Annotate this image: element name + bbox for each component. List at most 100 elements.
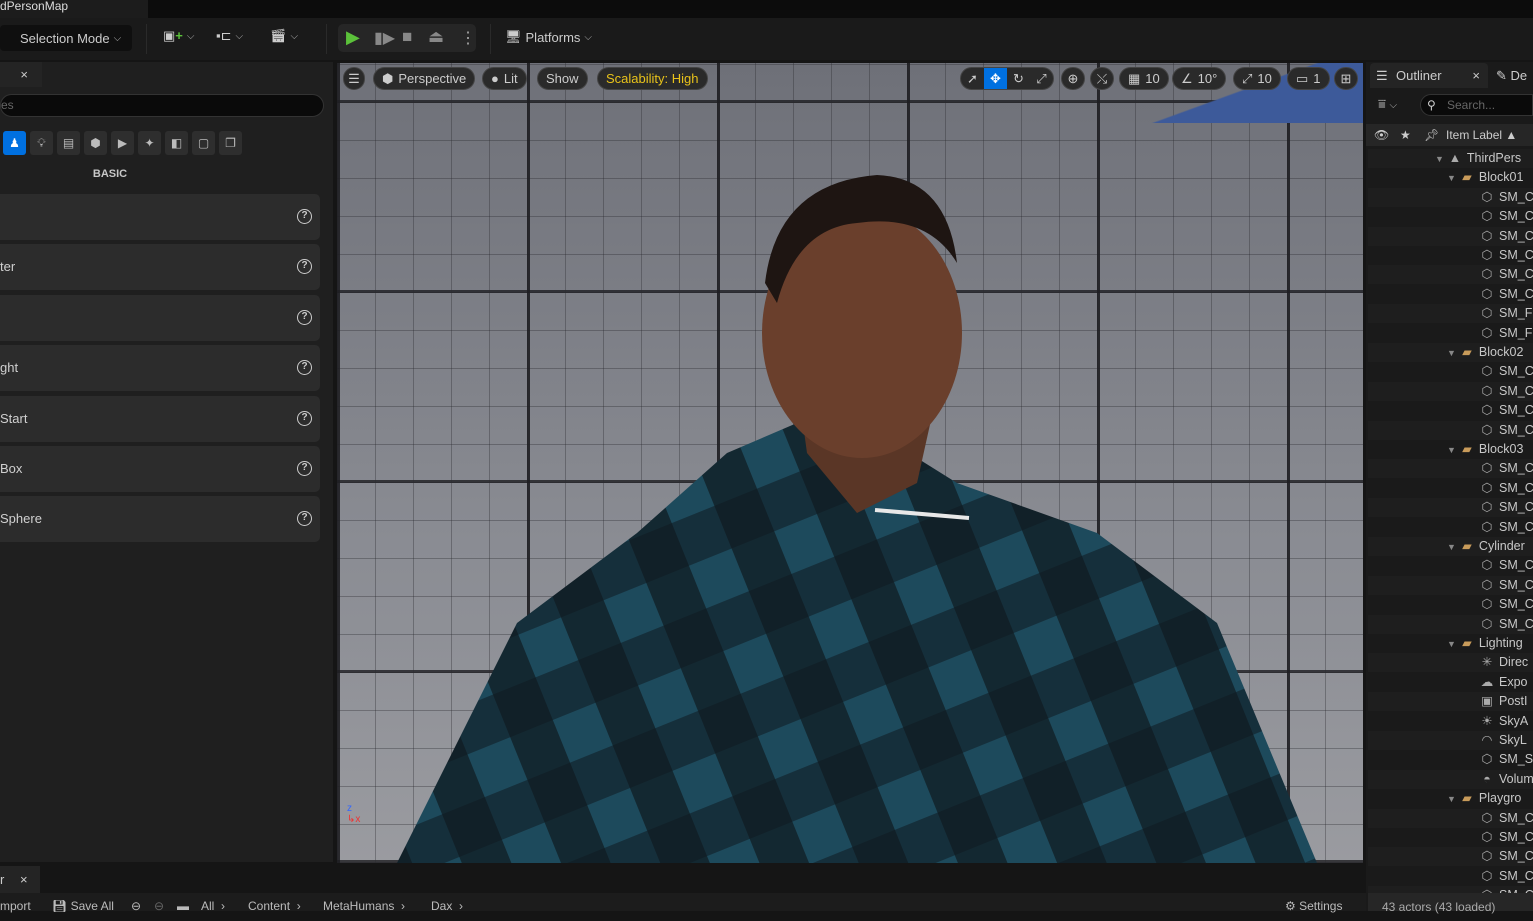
advance-frame-icon[interactable]: ▮▶ — [374, 28, 395, 48]
breadcrumb-all[interactable]: All › — [201, 893, 225, 919]
outliner-row[interactable]: ⬡ SM_C — [1368, 187, 1533, 207]
help-icon[interactable]: ? — [297, 309, 312, 325]
stop-icon[interactable]: ■ — [402, 27, 412, 47]
outliner-row[interactable]: ⬡ SM_C — [1368, 207, 1533, 226]
outliner-row[interactable]: ▣ PostI — [1368, 692, 1533, 712]
category-geometry-icon[interactable]: ◧ — [165, 131, 188, 155]
add-actor-button[interactable]: ▣+ ⌵ — [163, 28, 194, 44]
world-local-toggle[interactable]: ⊕ — [1061, 67, 1085, 90]
outliner-row[interactable]: ▼ ▲ ThirdPers — [1368, 149, 1533, 168]
outliner-row[interactable]: ⬡ SM_C — [1368, 265, 1533, 285]
outliner-row[interactable]: ⬡ SM_C — [1368, 867, 1533, 886]
pin-column-icon[interactable]: 📌︎ — [1424, 124, 1439, 146]
scalability-button[interactable]: Scalability: High — [597, 67, 708, 90]
category-cinematic-icon[interactable]: ▤ — [57, 131, 80, 155]
help-icon[interactable]: ? — [297, 209, 312, 224]
outliner-row[interactable]: ⬡ SM_F — [1368, 304, 1533, 324]
outliner-row[interactable]: ⬡ SM_C — [1368, 381, 1533, 401]
outliner-row[interactable]: ⬡ SM_C — [1368, 362, 1533, 381]
map-tab[interactable]: dPersonMap — [0, 0, 148, 18]
expand-arrow-icon[interactable]: ▼ — [1447, 445, 1456, 455]
close-icon[interactable]: × — [20, 872, 28, 887]
settings-button[interactable]: ⚙ Settings — [1285, 893, 1342, 919]
filter-button[interactable]: ⩸ ⌵ — [1378, 96, 1397, 112]
import-button[interactable]: mport — [0, 893, 31, 919]
help-icon[interactable]: ? — [297, 410, 312, 426]
place-actors-tab[interactable]: × — [0, 62, 42, 87]
outliner-row[interactable]: ⬡ SM_C — [1368, 498, 1533, 518]
place-actor-item[interactable]: Box? — [0, 446, 320, 492]
level-viewport[interactable]: z ↳x — [337, 63, 1363, 863]
show-button[interactable]: Show — [537, 67, 588, 90]
blueprint-button[interactable]: ▪⊏ ⌵ — [216, 28, 243, 44]
selection-mode-dropdown[interactable]: Selection Mode ⌵ — [0, 25, 132, 51]
outliner-row[interactable]: ⬡ SM_S — [1368, 750, 1533, 769]
camera-speed-button[interactable]: ▭ 1 — [1287, 67, 1330, 90]
place-actor-item[interactable]: Sphere? — [0, 496, 320, 543]
grid-snap-button[interactable]: ▦ 10 — [1119, 67, 1169, 90]
outliner-row[interactable]: ⬡ SM_C — [1368, 226, 1533, 246]
close-icon[interactable]: × — [20, 67, 28, 82]
outliner-row[interactable]: ▼ ▰ Cylinder — [1368, 537, 1533, 556]
outliner-row[interactable]: ⬡ SM_F — [1368, 324, 1533, 343]
close-icon[interactable]: × — [1472, 63, 1480, 88]
outliner-tab[interactable]: ☰ Outliner × — [1370, 63, 1488, 88]
outliner-row[interactable]: ⬡ SM_C — [1368, 828, 1533, 847]
outliner-row[interactable]: ☁ Expo — [1368, 673, 1533, 692]
outliner-row[interactable]: ⬡ SM_C — [1368, 246, 1533, 265]
perspective-button[interactable]: ⬢ Perspective — [373, 67, 476, 90]
favorite-column-icon[interactable]: ★ — [1400, 124, 1411, 146]
outliner-row[interactable]: ◓ Volum — [1368, 769, 1533, 789]
outliner-row[interactable]: ▼ ▰ Playgro — [1368, 789, 1533, 808]
rotate-icon[interactable]: ↻ — [1007, 68, 1030, 89]
outliner-row[interactable]: ☀ SkyA — [1368, 712, 1533, 731]
content-browser-tab[interactable]: r × — [0, 866, 40, 893]
outliner-row[interactable]: ⬡ SM_C — [1368, 479, 1533, 498]
expand-arrow-icon[interactable]: ▼ — [1435, 154, 1444, 164]
breadcrumb-dax[interactable]: Dax › — [431, 893, 463, 919]
category-place-more-icon[interactable]: ❐ — [219, 131, 242, 155]
outliner-row[interactable]: ⬡ SM_C — [1368, 459, 1533, 479]
lit-button[interactable]: ● Lit — [482, 67, 527, 90]
item-label-column[interactable]: Item Label ▲ — [1446, 124, 1517, 146]
platforms-button[interactable]: 🖥︎ Platforms ⌵ — [505, 29, 592, 45]
viewport-layout-button[interactable]: ⊞ — [1334, 67, 1358, 90]
back-icon[interactable]: ⊖ — [131, 893, 141, 919]
outliner-row[interactable]: ▼ ▰ Lighting — [1368, 634, 1533, 653]
outliner-row[interactable]: ⬡ SM_C — [1368, 401, 1533, 420]
outliner-row[interactable]: ⬡ SM_C — [1368, 556, 1533, 575]
place-actor-item[interactable]: Start? — [0, 395, 320, 442]
place-actor-item[interactable]: ? — [0, 194, 320, 240]
more-options-icon[interactable]: ⋮ — [460, 28, 476, 48]
outliner-row[interactable]: ▼ ▰ Block01 — [1368, 168, 1533, 187]
help-icon[interactable]: ? — [297, 461, 312, 476]
outliner-row[interactable]: ⬡ SM_C — [1368, 847, 1533, 867]
scale-icon[interactable]: ⤢ — [1030, 68, 1053, 89]
outliner-row[interactable]: ⬡ SM_C — [1368, 518, 1533, 537]
expand-arrow-icon[interactable]: ▼ — [1447, 348, 1456, 358]
category-lights-icon[interactable]: 💡︎ — [30, 131, 53, 155]
expand-arrow-icon[interactable]: ▼ — [1447, 639, 1456, 649]
select-icon[interactable]: ➚ — [961, 68, 984, 89]
breadcrumb-content[interactable]: Content › — [248, 893, 301, 919]
category-visual-effects-icon[interactable]: ⬢ — [84, 131, 107, 155]
outliner-row[interactable]: ⬡ SM_C — [1368, 595, 1533, 614]
outliner-row[interactable]: ⬡ SM_C — [1368, 614, 1533, 634]
category-basic-icon[interactable]: ♟ — [3, 131, 26, 155]
place-actor-item[interactable]: ght? — [0, 345, 320, 392]
visibility-column-icon[interactable]: 👁︎ — [1374, 124, 1389, 146]
outliner-search-input[interactable]: ⚲ Search... — [1420, 94, 1533, 116]
play-icon[interactable]: ▶ — [346, 27, 360, 48]
expand-arrow-icon[interactable]: ▼ — [1447, 173, 1456, 183]
place-actor-item[interactable]: ter? — [0, 244, 320, 291]
help-icon[interactable]: ? — [297, 511, 312, 527]
place-actor-item[interactable]: ? — [0, 294, 320, 341]
place-actors-search-input[interactable]: es — [0, 94, 324, 117]
save-all-button[interactable]: 💾︎ Save All — [52, 893, 114, 919]
outliner-row[interactable]: ▼ ▰ Block02 — [1368, 343, 1533, 362]
breadcrumb-metahumans[interactable]: MetaHumans › — [323, 893, 405, 919]
help-icon[interactable]: ? — [297, 360, 312, 376]
category-volumes-icon[interactable]: ▶ — [111, 131, 134, 155]
outliner-row[interactable]: ▼ ▰ Block03 — [1368, 440, 1533, 459]
expand-arrow-icon[interactable]: ▼ — [1447, 542, 1456, 552]
